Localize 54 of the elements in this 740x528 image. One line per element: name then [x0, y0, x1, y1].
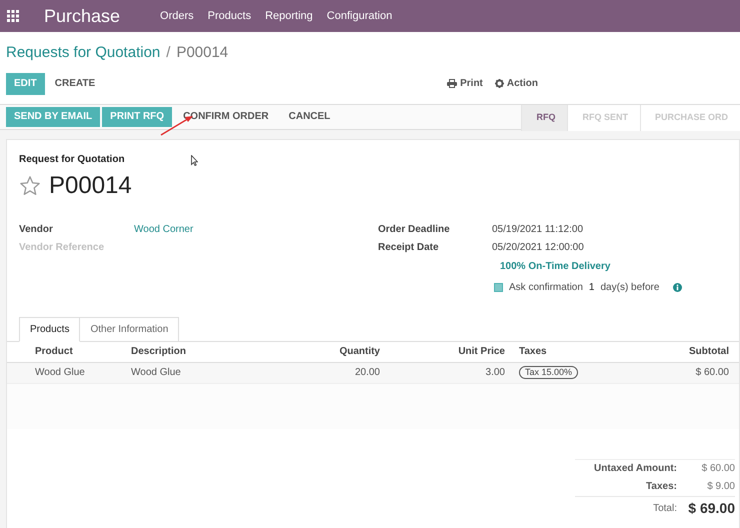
mouse-cursor-icon	[191, 155, 198, 166]
app-title: Purchase	[44, 4, 120, 28]
column-header: Description	[131, 345, 188, 359]
total-label: Taxes:	[646, 480, 677, 494]
total-value: $ 9.00	[706, 480, 735, 494]
confirmation-checkbox[interactable]	[494, 282, 503, 292]
field-label: Vendor	[19, 222, 54, 234]
header-button[interactable]: CONFIRM ORDER	[174, 106, 278, 126]
menu-item[interactable]: Orders	[160, 8, 194, 24]
print-button[interactable]: Print	[447, 76, 483, 91]
tax-tag: Tax 15.00%	[519, 366, 578, 379]
total-label: Untaxed Amount:	[594, 462, 677, 476]
breadcrumb-link[interactable]: Requests for Quotation	[6, 42, 160, 64]
table-cell-text: 3.00	[484, 366, 505, 380]
field-label: Receipt Date	[378, 240, 440, 252]
vendor-link[interactable]: Wood Corner	[134, 222, 194, 234]
info-icon[interactable]	[673, 282, 682, 292]
form-tab[interactable]: Other Information	[80, 316, 180, 342]
breadcrumb-separator: /	[166, 43, 170, 63]
column-header: Product	[35, 345, 74, 359]
table-cell-text: Wood Glue	[131, 366, 182, 380]
confirmation-label: Ask confirmation	[509, 280, 583, 294]
total-value: $ 69.00	[687, 498, 735, 518]
column-header: Unit Price	[457, 345, 505, 359]
record-name: P00014	[49, 170, 132, 200]
column-header: Taxes	[519, 345, 548, 359]
star-icon[interactable]	[19, 174, 41, 196]
create-button[interactable]: CREATE	[44, 76, 106, 91]
printer-icon	[447, 79, 458, 88]
status-stage[interactable]: RFQ	[521, 104, 568, 130]
action-button[interactable]: Action	[494, 76, 538, 91]
field-value: 05/20/2021 12:00:00	[492, 240, 584, 252]
form-tab[interactable]: Products	[19, 316, 80, 342]
gear-icon	[494, 79, 504, 88]
on-time-delivery-link[interactable]: 100% On-Time Delivery	[500, 258, 682, 274]
days-suffix: day(s) before	[600, 280, 660, 294]
days-field[interactable]: 1	[588, 280, 594, 294]
total-label: Total:	[653, 502, 677, 516]
table-cell-text: Wood Glue	[35, 366, 86, 380]
menu-item[interactable]: Products	[208, 8, 252, 24]
field-label: Vendor Reference	[19, 240, 106, 252]
field-value: 05/19/2021 11:12:00	[492, 222, 584, 234]
menu-item[interactable]: Reporting	[265, 8, 313, 24]
apps-menu-icon[interactable]	[7, 10, 19, 22]
column-header: Subtotal	[688, 345, 729, 359]
breadcrumb-current: P00014	[176, 43, 228, 63]
table-cell-text: 20.00	[354, 366, 380, 380]
form-subtitle: Request for Quotation	[19, 152, 125, 166]
menu-item[interactable]: Configuration	[326, 8, 392, 24]
field-label: Order Deadline	[378, 222, 451, 234]
column-header: Quantity	[338, 345, 380, 359]
table-cell-text: $ 60.00	[694, 366, 729, 380]
header-button[interactable]: CANCEL	[280, 106, 340, 126]
total-value: $ 60.00	[700, 462, 735, 476]
